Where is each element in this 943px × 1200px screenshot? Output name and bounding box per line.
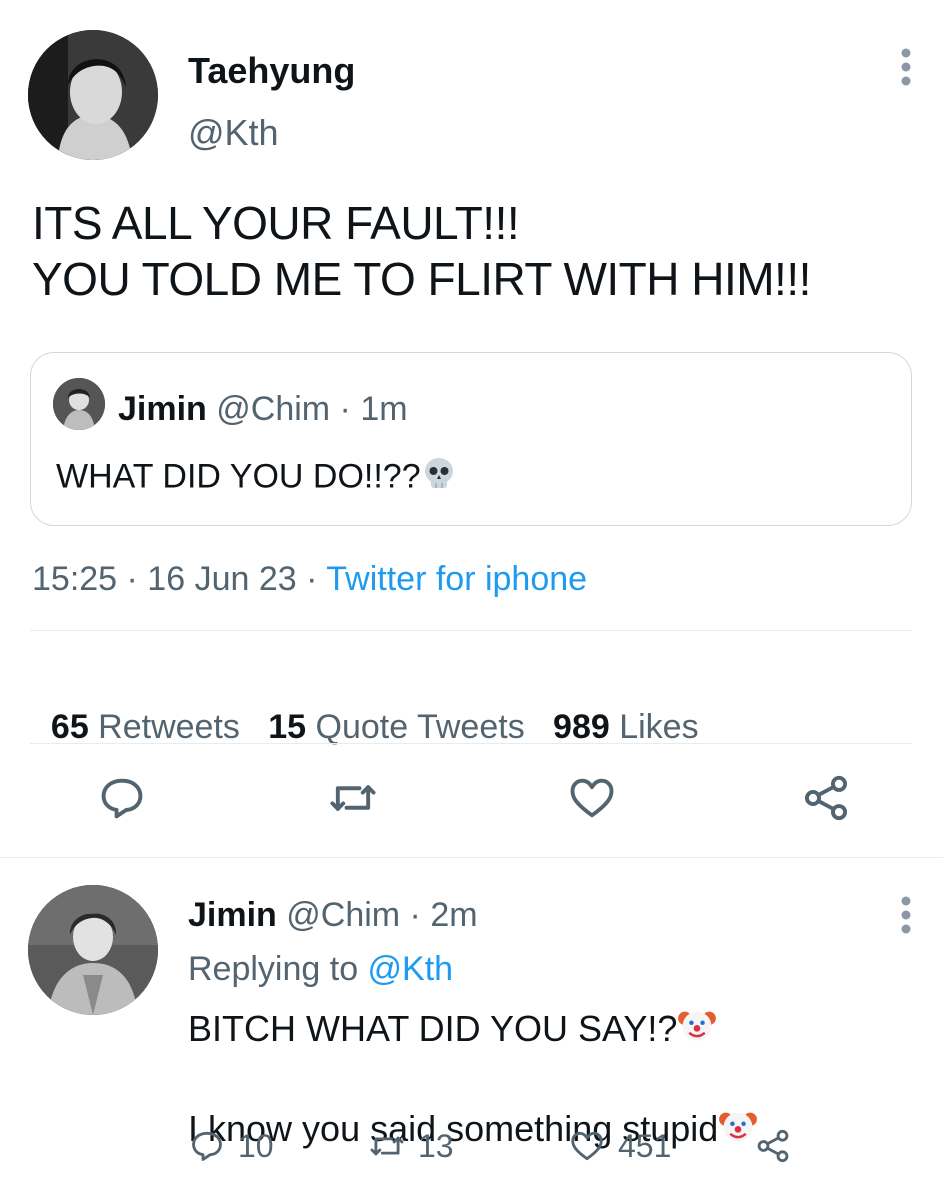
quote-author-name[interactable]: Jimin (118, 390, 207, 428)
reply-icon (192, 1131, 222, 1161)
replying-to-label: Replying to (188, 950, 368, 988)
reply-handle-time: @Chim · 2m (276, 896, 478, 934)
quotes-count[interactable]: 15 (268, 708, 306, 746)
like-count: 451 (618, 1127, 672, 1164)
share-icon (757, 1129, 789, 1163)
skull-emoji-icon (421, 456, 457, 501)
more-vertical-icon[interactable] (893, 893, 919, 937)
quotes-label[interactable]: Quote Tweets (306, 708, 553, 746)
tweet-time: 15:25 (32, 560, 118, 598)
quote-avatar[interactable] (53, 378, 105, 430)
retweet-icon[interactable] (327, 772, 379, 824)
clown-emoji-icon (677, 1005, 717, 1057)
share-icon[interactable] (800, 772, 852, 824)
reply-icon[interactable] (96, 772, 148, 824)
reply-author-name[interactable]: Jimin (188, 896, 277, 934)
tweet-source[interactable]: Twitter for iphone (326, 560, 587, 598)
author-handle[interactable]: @Kth (188, 112, 279, 154)
reply-like-button[interactable]: 451 (568, 1126, 671, 1166)
jimin-avatar[interactable] (28, 885, 158, 1015)
retweets-count[interactable]: 65 (51, 708, 89, 746)
tweet-text: ITS ALL YOUR FAULT!!! YOU TOLD ME TO FLI… (32, 197, 811, 305)
reply-retweet-button[interactable]: 13 (368, 1126, 454, 1166)
quote-handle-time: @Chim · 1m (206, 390, 408, 428)
clown-emoji-icon (718, 1106, 758, 1158)
likes-count[interactable]: 989 (553, 708, 610, 746)
retweets-label[interactable]: Retweets (89, 708, 269, 746)
reply-share-button[interactable] (754, 1126, 792, 1166)
tweet-date: · 16 Jun 23 · (117, 560, 327, 598)
tweet-separator (0, 857, 943, 858)
likes-label[interactable]: Likes (610, 708, 698, 746)
quote-text: WHAT DID YOU DO!!?? (56, 457, 421, 496)
more-vertical-icon[interactable] (893, 45, 919, 89)
divider (30, 743, 912, 744)
retweet-icon (370, 1136, 404, 1156)
like-icon (571, 1131, 603, 1161)
replying-to-handle[interactable]: @Kth (368, 950, 454, 988)
reply-reply-button[interactable]: 10 (188, 1126, 274, 1166)
like-icon[interactable] (566, 772, 618, 824)
reply-count: 10 (238, 1127, 274, 1164)
divider (30, 630, 912, 631)
reply-line-1: BITCH WHAT DID YOU SAY!? (188, 1008, 678, 1049)
taehyung-avatar[interactable] (28, 30, 158, 160)
author-name[interactable]: Taehyung (188, 50, 355, 92)
tweet-stats: 65 Retweets 15 Quote Tweets 989 Likes (32, 669, 699, 747)
retweet-count: 13 (418, 1127, 454, 1164)
